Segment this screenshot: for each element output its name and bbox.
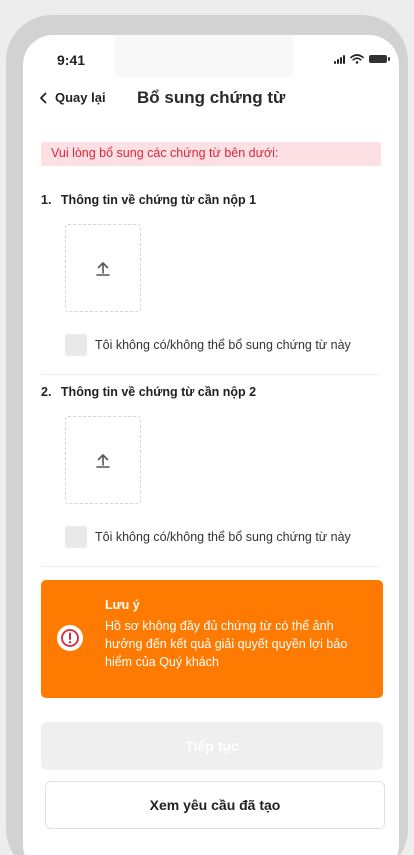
upload-arrow-icon bbox=[96, 454, 110, 468]
exclamation-circle-icon bbox=[57, 625, 83, 651]
document-section-1: 1. Thông tin về chứng từ cần nộp 1 Tôi k… bbox=[41, 193, 385, 356]
document-title-text: Thông tin về chứng từ cần nộp 2 bbox=[60, 385, 257, 399]
document-number: 1. bbox=[41, 193, 52, 207]
nav-bar: Quay lại Bổ sung chứng từ bbox=[23, 87, 399, 117]
document-title-text: Thông tin về chứng từ cần nộp 1 bbox=[60, 193, 257, 207]
document-title: 1. Thông tin về chứng từ cần nộp 1 bbox=[41, 193, 385, 207]
back-button[interactable]: Quay lại bbox=[39, 90, 106, 105]
upload-box[interactable] bbox=[65, 416, 141, 504]
document-number: 2. bbox=[41, 385, 52, 399]
divider bbox=[41, 566, 381, 567]
chevron-left-icon bbox=[40, 92, 47, 103]
page-title: Bổ sung chứng từ bbox=[137, 88, 286, 107]
checkbox[interactable] bbox=[65, 334, 87, 356]
status-icons bbox=[334, 54, 390, 64]
upload-box[interactable] bbox=[65, 224, 141, 312]
checkbox-label: Tôi không có/không thể bổ sung chứng từ … bbox=[95, 530, 351, 544]
note-card: Lưu ý Hồ sơ không đầy đủ chứng từ có thể… bbox=[41, 580, 383, 698]
view-requests-button[interactable]: Xem yêu cầu đã tạo bbox=[45, 781, 385, 829]
upload-arrow-icon bbox=[96, 262, 110, 276]
checkbox-label: Tôi không có/không thể bổ sung chứng từ … bbox=[95, 338, 351, 352]
continue-button[interactable]: Tiếp tục bbox=[41, 722, 383, 770]
unavailable-checkbox-row[interactable]: Tôi không có/không thể bổ sung chứng từ … bbox=[65, 526, 351, 548]
document-section-2: 2. Thông tin về chứng từ cần nộp 2 Tôi k… bbox=[41, 385, 385, 548]
back-label: Quay lại bbox=[55, 90, 106, 105]
note-title: Lưu ý bbox=[105, 598, 140, 612]
signal-icon bbox=[334, 54, 345, 64]
battery-icon bbox=[369, 55, 390, 63]
wifi-icon bbox=[350, 54, 364, 64]
notch bbox=[115, 35, 293, 77]
alert-banner: Vui lòng bổ sung các chứng từ bên dưới: bbox=[41, 142, 381, 166]
phone-screen: 9:41 Quay lại Bổ sung chứng từ Vui lòng … bbox=[23, 35, 399, 855]
unavailable-checkbox-row[interactable]: Tôi không có/không thể bổ sung chứng từ … bbox=[65, 334, 351, 356]
divider bbox=[41, 374, 381, 375]
status-time: 9:41 bbox=[57, 52, 86, 68]
note-body: Hồ sơ không đầy đủ chứng từ có thể ảnh h… bbox=[105, 619, 348, 669]
checkbox[interactable] bbox=[65, 526, 87, 548]
status-bar: 9:41 bbox=[23, 35, 399, 79]
document-title: 2. Thông tin về chứng từ cần nộp 2 bbox=[41, 385, 385, 399]
